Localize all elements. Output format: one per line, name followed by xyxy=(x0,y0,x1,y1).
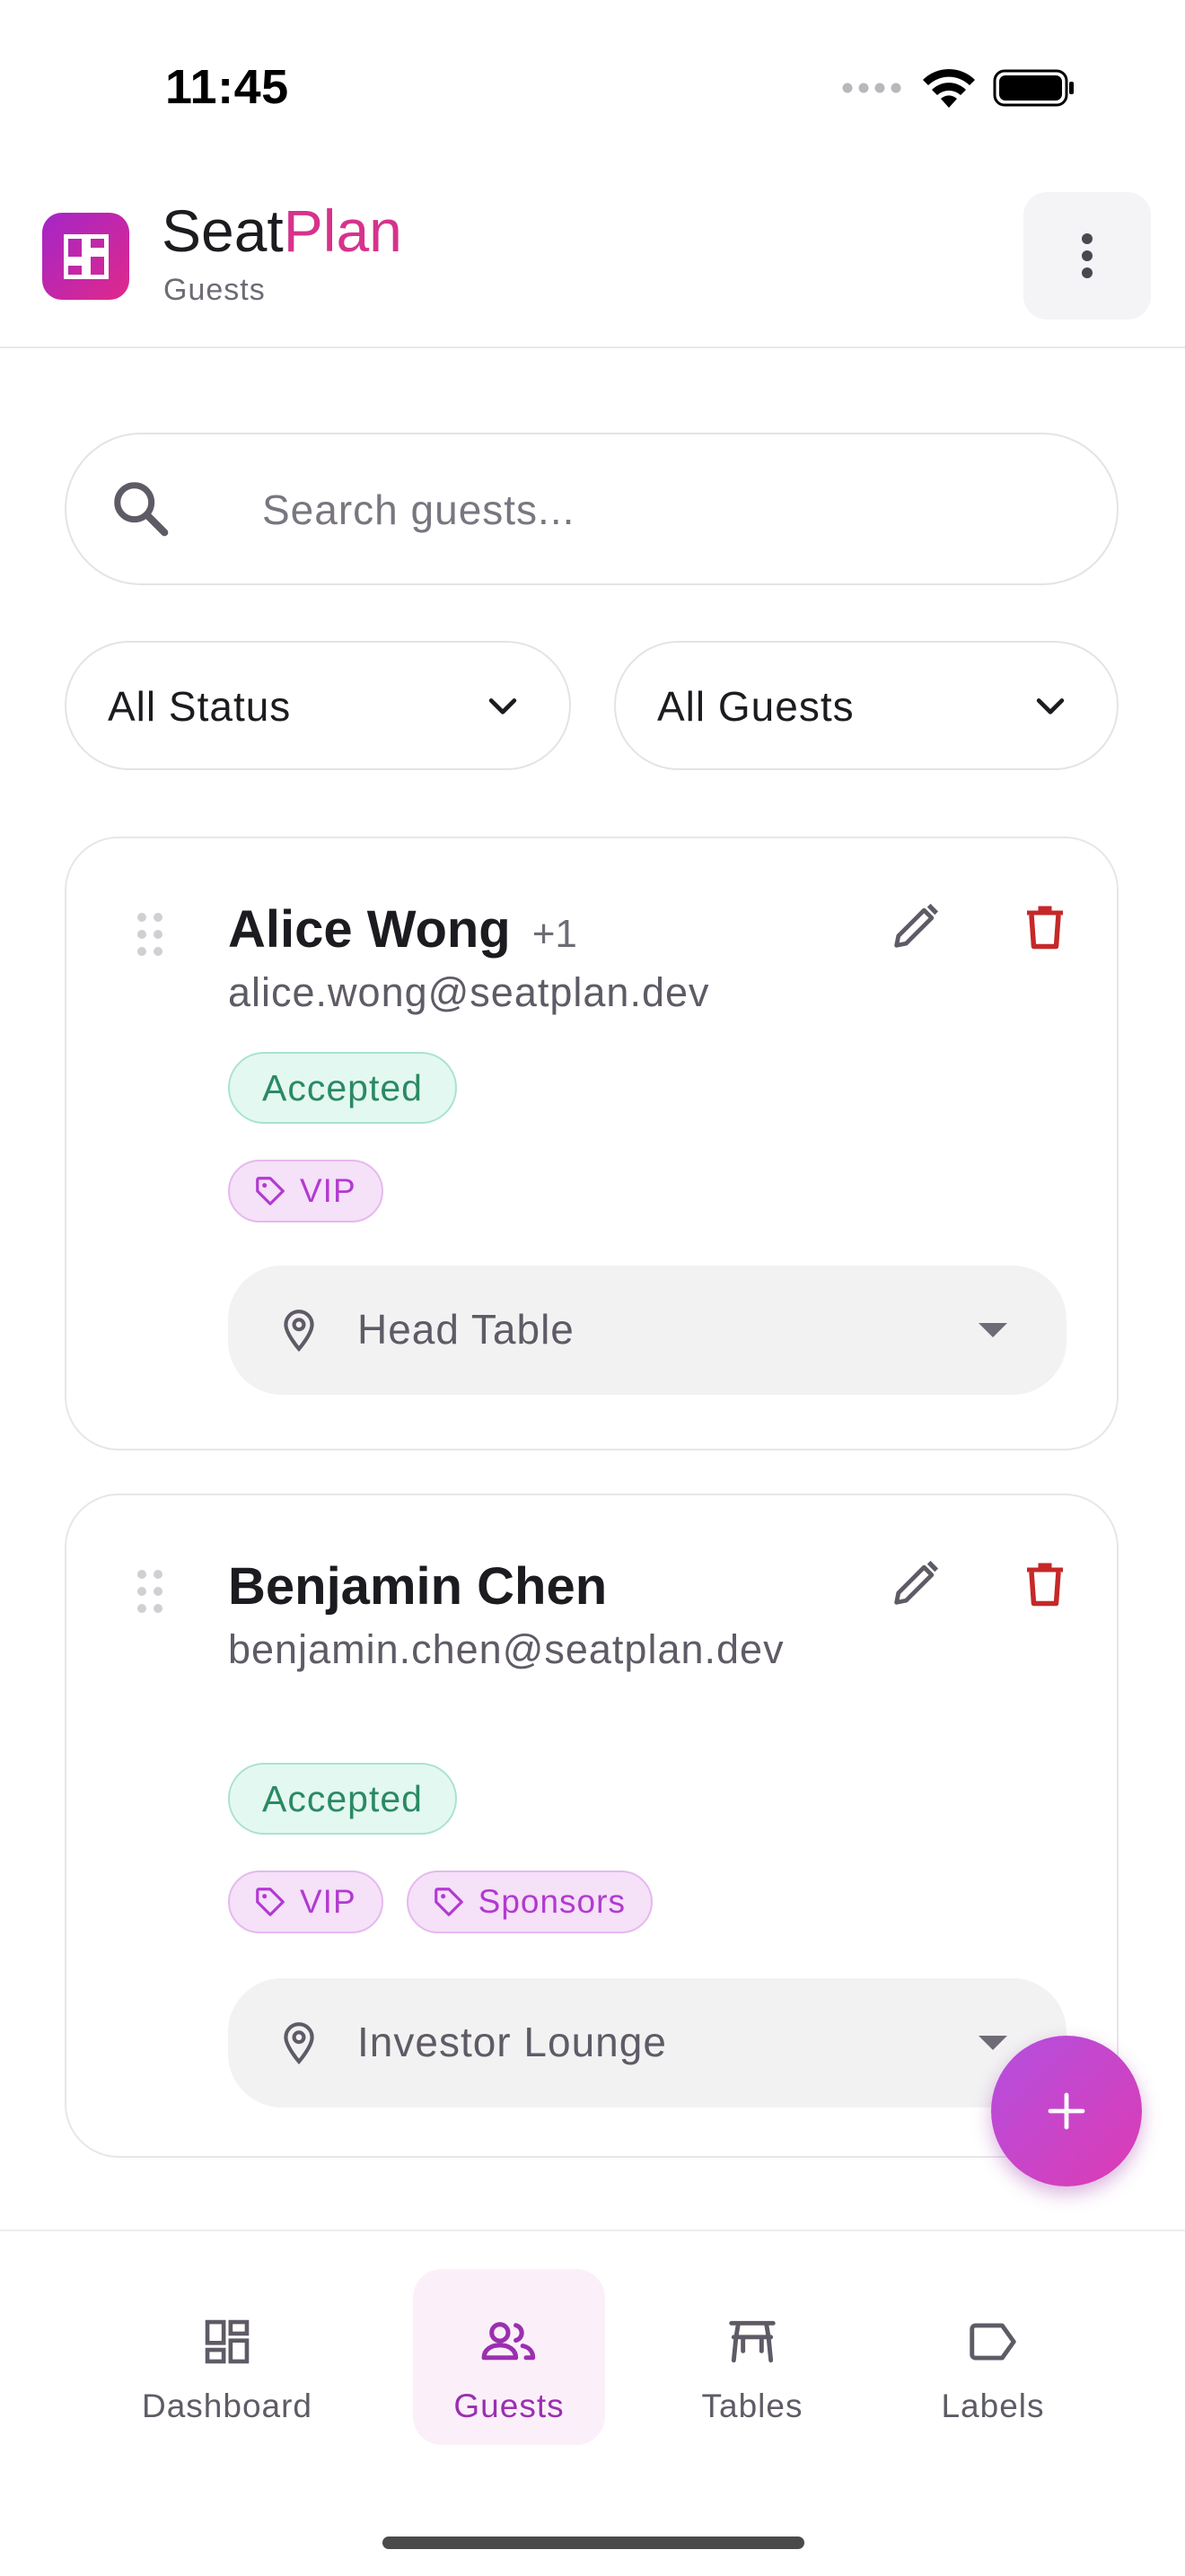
label-tag[interactable]: VIP xyxy=(228,1160,383,1222)
people-icon xyxy=(481,2322,536,2361)
nav-item-tables[interactable]: Tables xyxy=(654,2269,851,2445)
status-filter-dropdown[interactable]: All Status xyxy=(65,641,571,770)
nav-label: Dashboard xyxy=(141,2388,312,2424)
nav-label: Guests xyxy=(453,2388,565,2424)
table-icon xyxy=(729,2320,776,2363)
tag-icon xyxy=(256,1177,285,1205)
guest-card[interactable]: Alice Wong +1 alice.wong@seatplan.dev Acc… xyxy=(65,837,1119,1450)
search-bar[interactable] xyxy=(65,433,1119,585)
drag-handle-icon[interactable] xyxy=(135,1567,165,1616)
guest-card[interactable]: Benjamin Chen benjamin.chen@seatplan.dev… xyxy=(65,1494,1119,2158)
tag-icon xyxy=(434,1888,463,1916)
status-badge: Accepted xyxy=(228,1052,457,1124)
status-filter-label: All Status xyxy=(108,683,292,730)
tag-label: VIP xyxy=(300,1883,356,1920)
location-pin-icon xyxy=(284,2022,314,2064)
status-bar: 11:45 xyxy=(0,0,1185,171)
app-logo xyxy=(42,213,129,300)
location-pin-icon xyxy=(284,1310,314,1352)
nav-label: Tables xyxy=(701,2388,803,2424)
search-input[interactable] xyxy=(260,470,1054,549)
bottom-nav: Dashboard Guests Tables Labels xyxy=(0,2230,1185,2576)
guest-name-text: Alice Wong xyxy=(228,900,511,959)
trash-icon xyxy=(1027,906,1063,950)
tag-label: Sponsors xyxy=(478,1883,626,1920)
delete-button[interactable] xyxy=(1002,1540,1088,1626)
delete-button[interactable] xyxy=(1002,883,1088,969)
tag-label: VIP xyxy=(300,1172,356,1209)
edit-button[interactable] xyxy=(873,883,959,969)
tag-row: VIP Sponsors xyxy=(228,1871,653,1933)
nav-item-guests[interactable]: Guests xyxy=(413,2269,605,2445)
guest-filter-label: All Guests xyxy=(657,683,855,730)
search-icon xyxy=(110,478,172,540)
status-icons xyxy=(842,66,1075,110)
dashboard-icon xyxy=(205,2319,250,2364)
nav-item-dashboard[interactable]: Dashboard xyxy=(128,2269,326,2445)
trash-icon xyxy=(1027,1563,1063,1607)
drag-handle-icon[interactable] xyxy=(135,910,165,959)
signal-icon xyxy=(842,83,901,93)
guest-email: alice.wong@seatplan.dev xyxy=(228,969,710,1015)
battery-icon xyxy=(993,69,1074,107)
table-select-dropdown[interactable]: Investor Lounge xyxy=(228,1978,1066,2107)
page-subtitle: Guests xyxy=(163,273,266,307)
home-indicator xyxy=(382,2537,804,2549)
label-icon xyxy=(970,2323,1016,2361)
chevron-down-icon xyxy=(1036,698,1065,714)
plus-icon xyxy=(1048,2092,1085,2130)
tag-row: VIP xyxy=(228,1160,383,1222)
guest-name: Benjamin Chen xyxy=(228,1556,628,1617)
guest-filter-dropdown[interactable]: All Guests xyxy=(614,641,1119,770)
table-select-dropdown[interactable]: Head Table xyxy=(228,1266,1066,1395)
nav-item-labels[interactable]: Labels xyxy=(894,2269,1092,2445)
guest-email: benjamin.chen@seatplan.dev xyxy=(228,1626,785,1672)
status-badge: Accepted xyxy=(228,1763,457,1835)
edit-button[interactable] xyxy=(873,1540,959,1626)
guest-name: Alice Wong +1 xyxy=(228,899,577,959)
chevron-down-icon xyxy=(488,698,517,714)
app-title-part1: Seat xyxy=(162,197,284,264)
app-bar: SeatPlan Guests xyxy=(0,171,1185,348)
pencil-icon xyxy=(894,903,939,948)
caret-down-icon xyxy=(979,2036,1007,2050)
app-title-part2: Plan xyxy=(283,197,402,264)
status-time: 11:45 xyxy=(165,60,289,114)
tag-icon xyxy=(256,1888,285,1916)
guest-name-text: Benjamin Chen xyxy=(228,1557,608,1616)
table-select-value: Head Table xyxy=(357,1306,575,1353)
table-select-value: Investor Lounge xyxy=(357,2019,667,2065)
plus-one-badge: +1 xyxy=(531,912,577,956)
nav-label: Labels xyxy=(941,2388,1045,2424)
app-title: SeatPlan xyxy=(162,201,402,260)
dashboard-icon xyxy=(63,233,109,279)
more-menu-button[interactable] xyxy=(1023,192,1151,320)
wifi-icon xyxy=(923,68,975,108)
more-vert-icon xyxy=(1082,233,1093,278)
pencil-icon xyxy=(894,1560,939,1605)
label-tag[interactable]: Sponsors xyxy=(406,1871,653,1933)
label-tag[interactable]: VIP xyxy=(228,1871,383,1933)
add-guest-button[interactable] xyxy=(991,2036,1142,2186)
caret-down-icon xyxy=(979,1323,1007,1337)
